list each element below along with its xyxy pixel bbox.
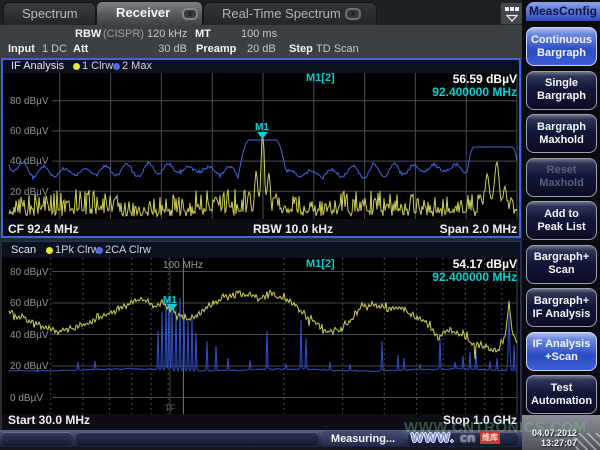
svg-text:40 dBµV: 40 dBµV	[10, 156, 49, 167]
svg-text:60 dBµV: 60 dBµV	[10, 126, 49, 137]
svg-text:TF: TF	[165, 403, 176, 413]
svg-text:M1[2]: M1[2]	[306, 258, 335, 270]
svg-text:20 dBµV: 20 dBµV	[10, 187, 49, 198]
svg-text:80 dBµV: 80 dBµV	[10, 96, 49, 107]
svg-text:92.400000 MHz: 92.400000 MHz	[432, 85, 517, 99]
svg-text:M1[2]: M1[2]	[306, 73, 335, 84]
svg-text:0 dBµV: 0 dBµV	[10, 393, 43, 404]
svg-text:M1: M1	[255, 122, 269, 133]
svg-text:20 dBµV: 20 dBµV	[10, 361, 49, 372]
svg-text:92.400000 MHz: 92.400000 MHz	[432, 270, 517, 284]
svg-text:100 MHz: 100 MHz	[163, 260, 203, 271]
svg-text:40 dBµV: 40 dBµV	[10, 330, 49, 341]
svg-text:80 dBµV: 80 dBµV	[10, 267, 49, 278]
svg-text:60 dBµV: 60 dBµV	[10, 298, 49, 309]
